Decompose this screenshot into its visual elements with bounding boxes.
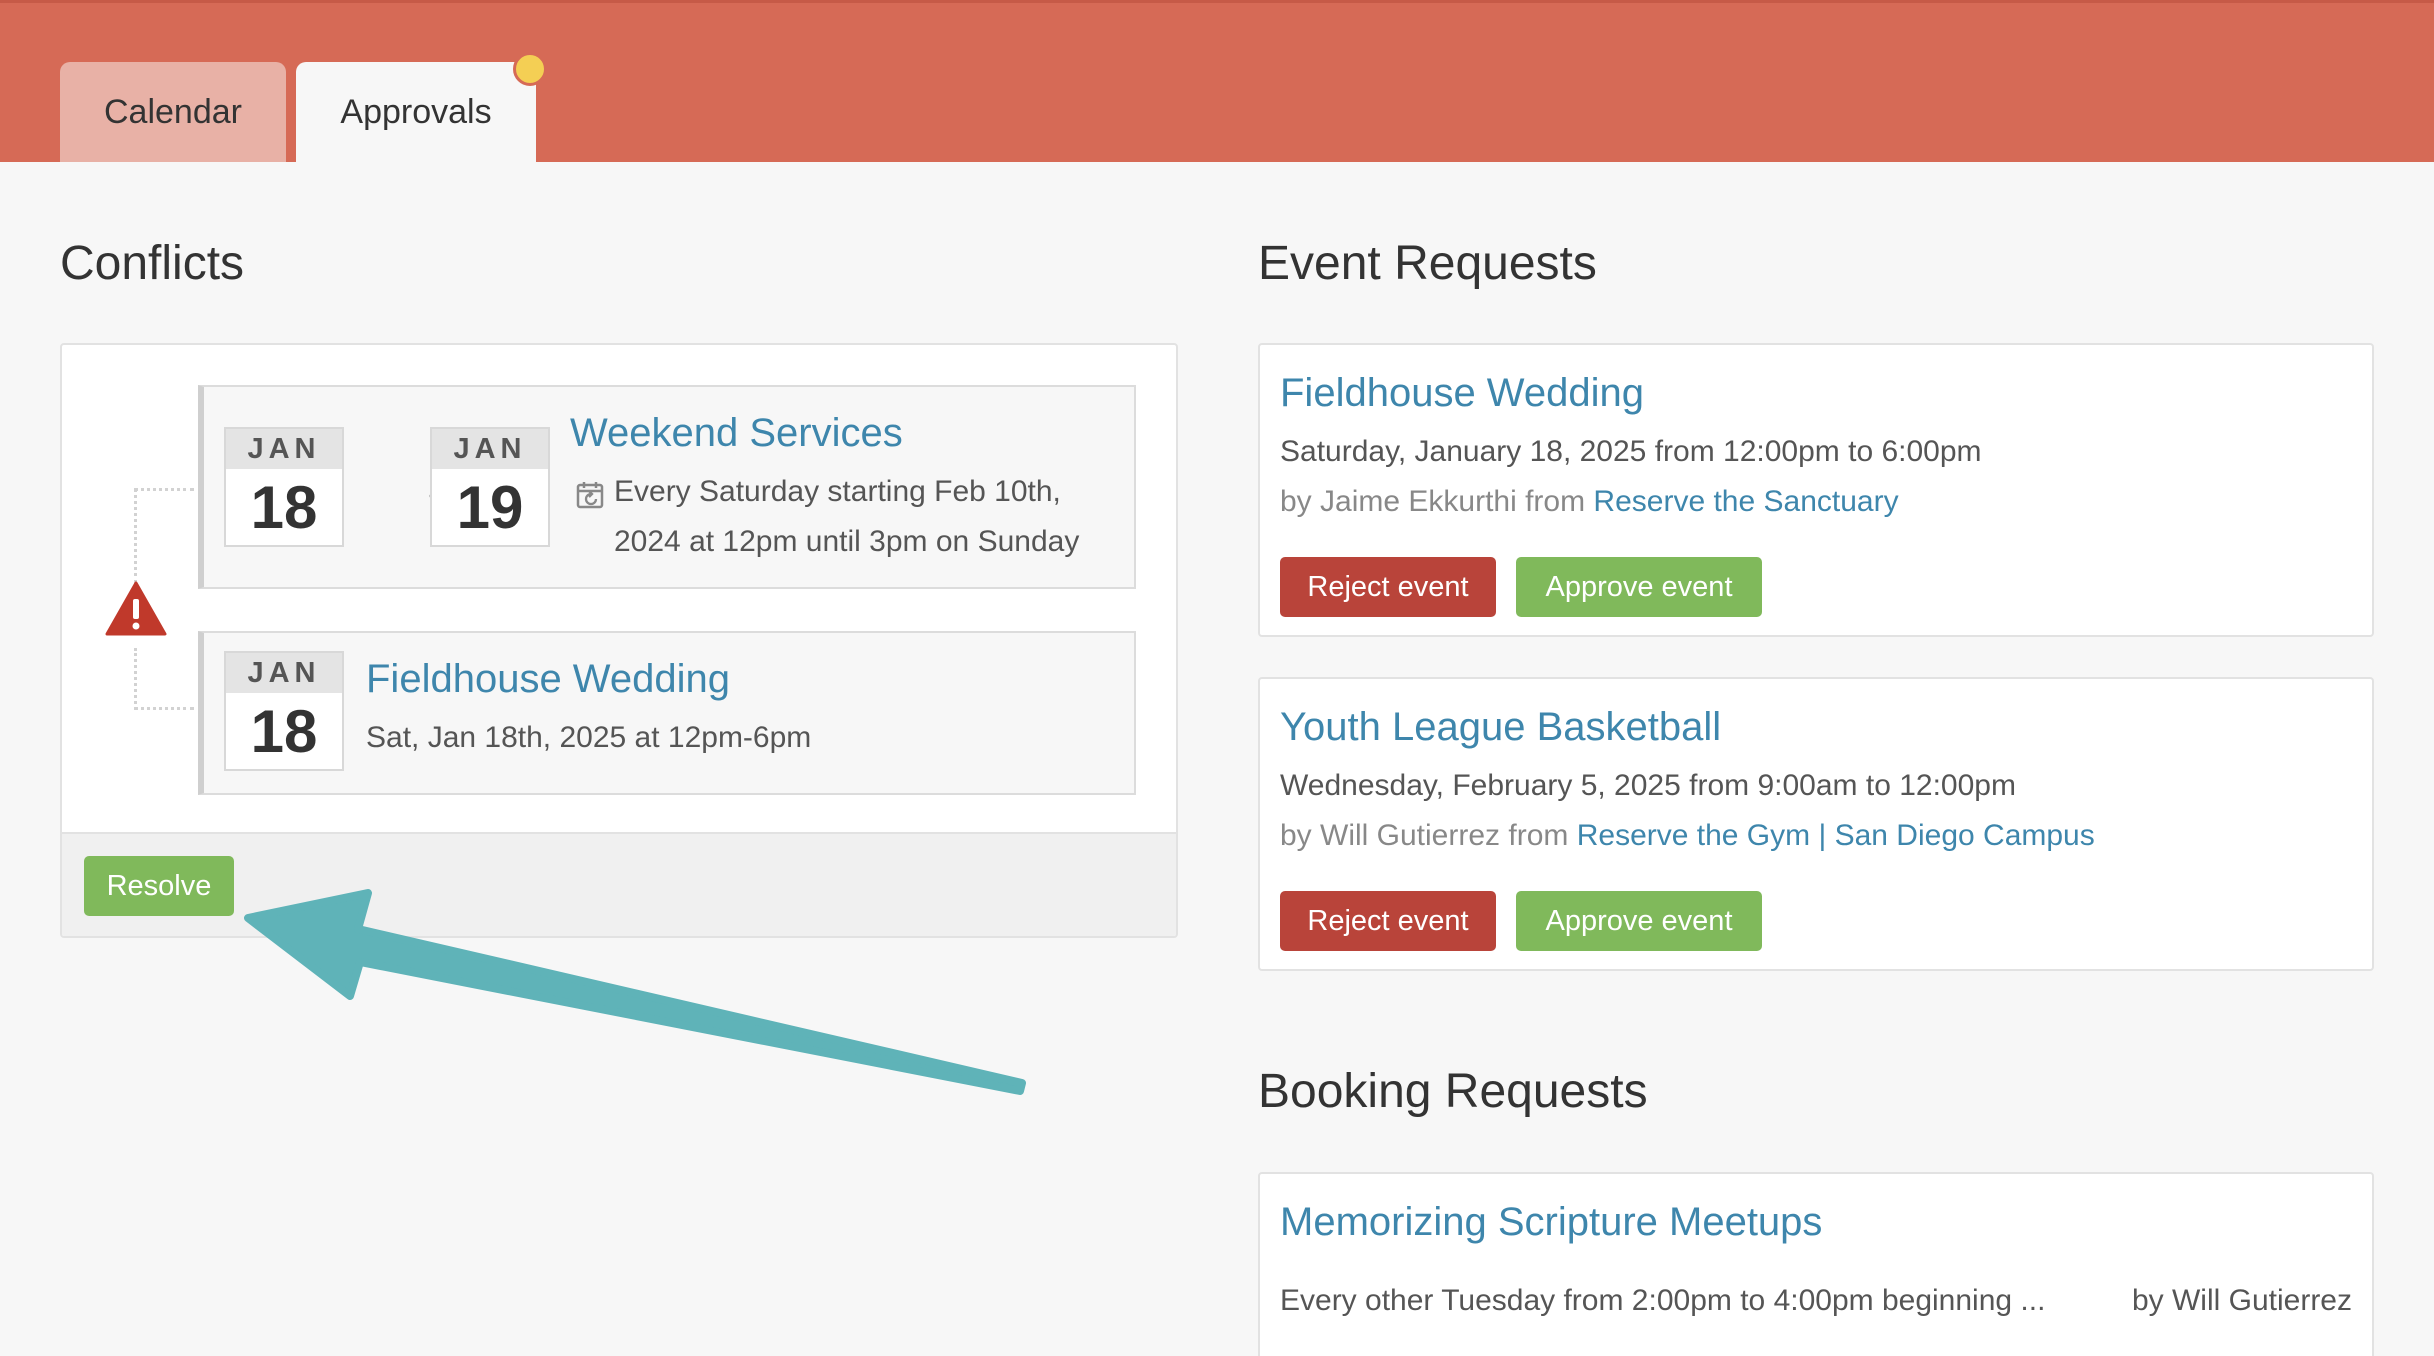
- reject-event-button[interactable]: Reject event: [1280, 557, 1496, 617]
- booking-request-title-link[interactable]: Memorizing Scripture Meetups: [1280, 1200, 1822, 1245]
- tab-approvals-label: Approvals: [340, 92, 492, 131]
- event-date-badge: JAN 18: [224, 651, 344, 771]
- resolve-button[interactable]: Resolve: [84, 856, 234, 916]
- warning-icon: [104, 580, 168, 643]
- end-month: JAN: [432, 429, 548, 469]
- tab-calendar-label: Calendar: [104, 92, 242, 131]
- approve-event-button[interactable]: Approve event: [1516, 891, 1762, 951]
- event-request-title-link[interactable]: Youth League Basketball: [1280, 705, 1721, 750]
- event-request-card: Youth League Basketball Wednesday, Febru…: [1258, 677, 2374, 971]
- booking-request-card: Memorizing Scripture Meetups Every other…: [1258, 1172, 2374, 1356]
- start-date-badge: JAN 18: [224, 427, 344, 547]
- end-date-badge: JAN 19: [430, 427, 550, 547]
- event-request-title-link[interactable]: Fieldhouse Wedding: [1280, 371, 1644, 416]
- notification-dot: [513, 52, 547, 86]
- conflicts-heading: Conflicts: [60, 237, 245, 290]
- tab-calendar[interactable]: Calendar: [60, 62, 286, 162]
- event-request-when: Saturday, January 18, 2025 from 12:00pm …: [1280, 435, 1982, 468]
- tab-approvals[interactable]: Approvals: [296, 62, 536, 162]
- event-month: JAN: [226, 653, 342, 693]
- conflict-event-title-link[interactable]: Fieldhouse Wedding: [366, 657, 730, 702]
- conflict-bracket-top: [134, 488, 194, 584]
- event-request-when: Wednesday, February 5, 2025 from 9:00am …: [1280, 769, 2016, 802]
- event-request-by: by Will Gutierrez from Reserve the Gym |…: [1280, 819, 2095, 853]
- booking-requests-heading: Booking Requests: [1258, 1065, 1648, 1118]
- event-request-requester: by Will Gutierrez from: [1280, 819, 1577, 852]
- reject-event-button[interactable]: Reject event: [1280, 891, 1496, 951]
- event-request-card: Fieldhouse Wedding Saturday, January 18,…: [1258, 343, 2374, 637]
- recurring-calendar-icon: [575, 480, 607, 517]
- conflict-event-title-link[interactable]: Weekend Services: [570, 411, 903, 456]
- event-requests-heading: Event Requests: [1258, 237, 1597, 290]
- conflicts-footer: Resolve: [62, 832, 1176, 936]
- start-day: 18: [250, 473, 318, 541]
- event-request-source-link[interactable]: Reserve the Gym | San Diego Campus: [1577, 819, 2095, 852]
- end-day: 19: [456, 473, 524, 541]
- event-request-requester: by Jaime Ekkurthi from: [1280, 485, 1594, 518]
- event-request-by: by Jaime Ekkurthi from Reserve the Sanct…: [1280, 485, 1899, 519]
- approve-event-button[interactable]: Approve event: [1516, 557, 1762, 617]
- conflicts-panel: JAN 18 JAN 19 Weekend Services Every Sat…: [60, 343, 1178, 938]
- start-month: JAN: [226, 429, 342, 469]
- booking-request-when: Every other Tuesday from 2:00pm to 4:00p…: [1280, 1284, 2046, 1317]
- booking-request-by: by Will Gutierrez: [2131, 1284, 2352, 1317]
- event-day: 18: [250, 697, 318, 765]
- recurrence-line-1: Every Saturday starting Feb 10th,: [614, 475, 1061, 508]
- conflict-item-weekend-services: JAN 18 JAN 19 Weekend Services Every Sat…: [198, 385, 1136, 589]
- conflict-event-detail: Sat, Jan 18th, 2025 at 12pm-6pm: [366, 721, 812, 754]
- recurrence-line-2: 2024 at 12pm until 3pm on Sunday: [614, 525, 1080, 558]
- event-request-source-link[interactable]: Reserve the Sanctuary: [1593, 485, 1898, 518]
- conflict-bracket-bottom: [134, 648, 194, 710]
- conflict-item-fieldhouse-wedding: JAN 18 Fieldhouse Wedding Sat, Jan 18th,…: [198, 631, 1136, 795]
